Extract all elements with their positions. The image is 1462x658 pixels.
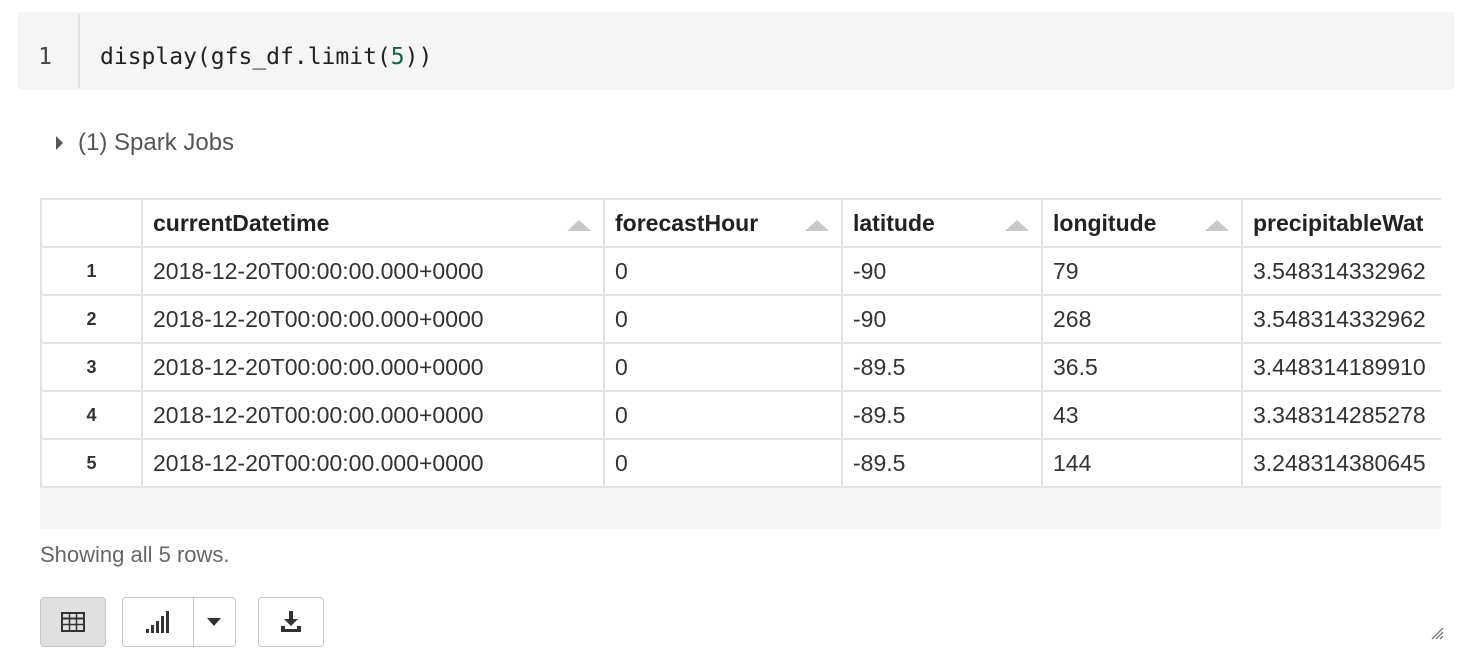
download-icon [281, 611, 301, 632]
download-button[interactable] [258, 597, 324, 647]
split-divider [193, 598, 194, 646]
resize-handle-icon[interactable] [1430, 626, 1444, 640]
table-row: 1 2018-12-20T00:00:00.000+0000 0 -90 79 … [40, 246, 1441, 296]
column-header-label: currentDatetime [153, 209, 330, 236]
table-cell[interactable]: 0 [603, 390, 843, 440]
table-row: 2 2018-12-20T00:00:00.000+0000 0 -90 268… [40, 294, 1441, 344]
table-cell[interactable]: 2018-12-20T00:00:00.000+0000 [141, 342, 605, 392]
table-cell[interactable]: 2018-12-20T00:00:00.000+0000 [141, 390, 605, 440]
table-cell[interactable]: 2018-12-20T00:00:00.000+0000 [141, 438, 605, 488]
row-index: 2 [40, 294, 143, 344]
sort-ascending-icon[interactable] [1005, 220, 1029, 231]
table-cell[interactable]: 36.5 [1041, 342, 1243, 392]
bar-chart-icon [146, 611, 169, 633]
column-header[interactable]: currentDatetime [141, 198, 605, 248]
code-number-literal: 5 [390, 44, 405, 70]
code-function-call: display(gfs_df.limit( [100, 44, 391, 70]
table-cell[interactable]: 2018-12-20T00:00:00.000+0000 [141, 294, 605, 344]
column-header[interactable]: longitude [1041, 198, 1243, 248]
sort-ascending-icon[interactable] [1205, 220, 1229, 231]
spark-jobs-toggle[interactable]: (1) Spark Jobs [56, 128, 234, 158]
column-header-label: precipitableWat [1253, 209, 1424, 236]
table-cell[interactable]: 2018-12-20T00:00:00.000+0000 [141, 246, 605, 296]
code-line[interactable]: display(gfs_df.limit(5)) [100, 12, 432, 90]
results-table: currentDatetime forecastHour latitude lo… [40, 198, 1441, 488]
row-index: 5 [40, 438, 143, 488]
column-header[interactable]: forecastHour [603, 198, 843, 248]
table-header-row: currentDatetime forecastHour latitude lo… [40, 198, 1441, 248]
table-cell[interactable]: 0 [603, 438, 843, 488]
table-cell[interactable]: -89.5 [841, 342, 1043, 392]
table-cell[interactable]: 0 [603, 246, 843, 296]
table-cell[interactable]: 0 [603, 294, 843, 344]
table-row: 5 2018-12-20T00:00:00.000+0000 0 -89.5 1… [40, 438, 1441, 488]
table-cell[interactable]: -90 [841, 294, 1043, 344]
code-cell[interactable]: 1 display(gfs_df.limit(5)) [18, 12, 1454, 90]
table-cell[interactable]: 0 [603, 342, 843, 392]
column-header[interactable]: precipitableWat [1241, 198, 1441, 248]
sort-ascending-icon[interactable] [567, 220, 591, 231]
table-row: 4 2018-12-20T00:00:00.000+0000 0 -89.5 4… [40, 390, 1441, 440]
column-header[interactable]: latitude [841, 198, 1043, 248]
table-cell[interactable]: 79 [1041, 246, 1243, 296]
table-cell[interactable]: -90 [841, 246, 1043, 296]
row-index: 1 [40, 246, 143, 296]
table-cell[interactable]: 3.348314285278 [1241, 390, 1441, 440]
table-cell[interactable]: 3.548314332962 [1241, 294, 1441, 344]
table-icon [61, 612, 85, 632]
column-header-label: forecastHour [615, 209, 759, 236]
table-row: 3 2018-12-20T00:00:00.000+0000 0 -89.5 3… [40, 342, 1441, 392]
table-cell[interactable]: -89.5 [841, 390, 1043, 440]
row-index: 4 [40, 390, 143, 440]
chart-view-split-button[interactable] [122, 597, 236, 647]
row-index: 3 [40, 342, 143, 392]
line-number: 1 [38, 44, 52, 70]
table-view-button[interactable] [40, 597, 106, 647]
index-column-header [40, 198, 143, 248]
code-closing-parens: )) [404, 44, 433, 70]
table-cell[interactable]: 3.548314332962 [1241, 246, 1441, 296]
chevron-down-icon [207, 618, 221, 626]
results-table-container[interactable]: currentDatetime forecastHour latitude lo… [40, 198, 1441, 529]
table-cell[interactable]: 43 [1041, 390, 1243, 440]
sort-ascending-icon[interactable] [805, 220, 829, 231]
gutter-divider [78, 14, 80, 88]
column-header-label: latitude [853, 209, 935, 236]
column-header-label: longitude [1053, 209, 1157, 236]
table-cell[interactable]: 3.448314189910 [1241, 342, 1441, 392]
table-cell[interactable]: 144 [1041, 438, 1243, 488]
row-count-text: Showing all 5 rows. [40, 542, 230, 567]
chart-options-dropdown[interactable] [193, 618, 235, 626]
expand-triangle-icon [56, 136, 63, 150]
chart-view-button[interactable] [123, 610, 193, 634]
table-cell[interactable]: 3.248314380645 [1241, 438, 1441, 488]
table-cell[interactable]: -89.5 [841, 438, 1043, 488]
table-cell[interactable]: 268 [1041, 294, 1243, 344]
spark-jobs-label: (1) Spark Jobs [78, 129, 235, 156]
